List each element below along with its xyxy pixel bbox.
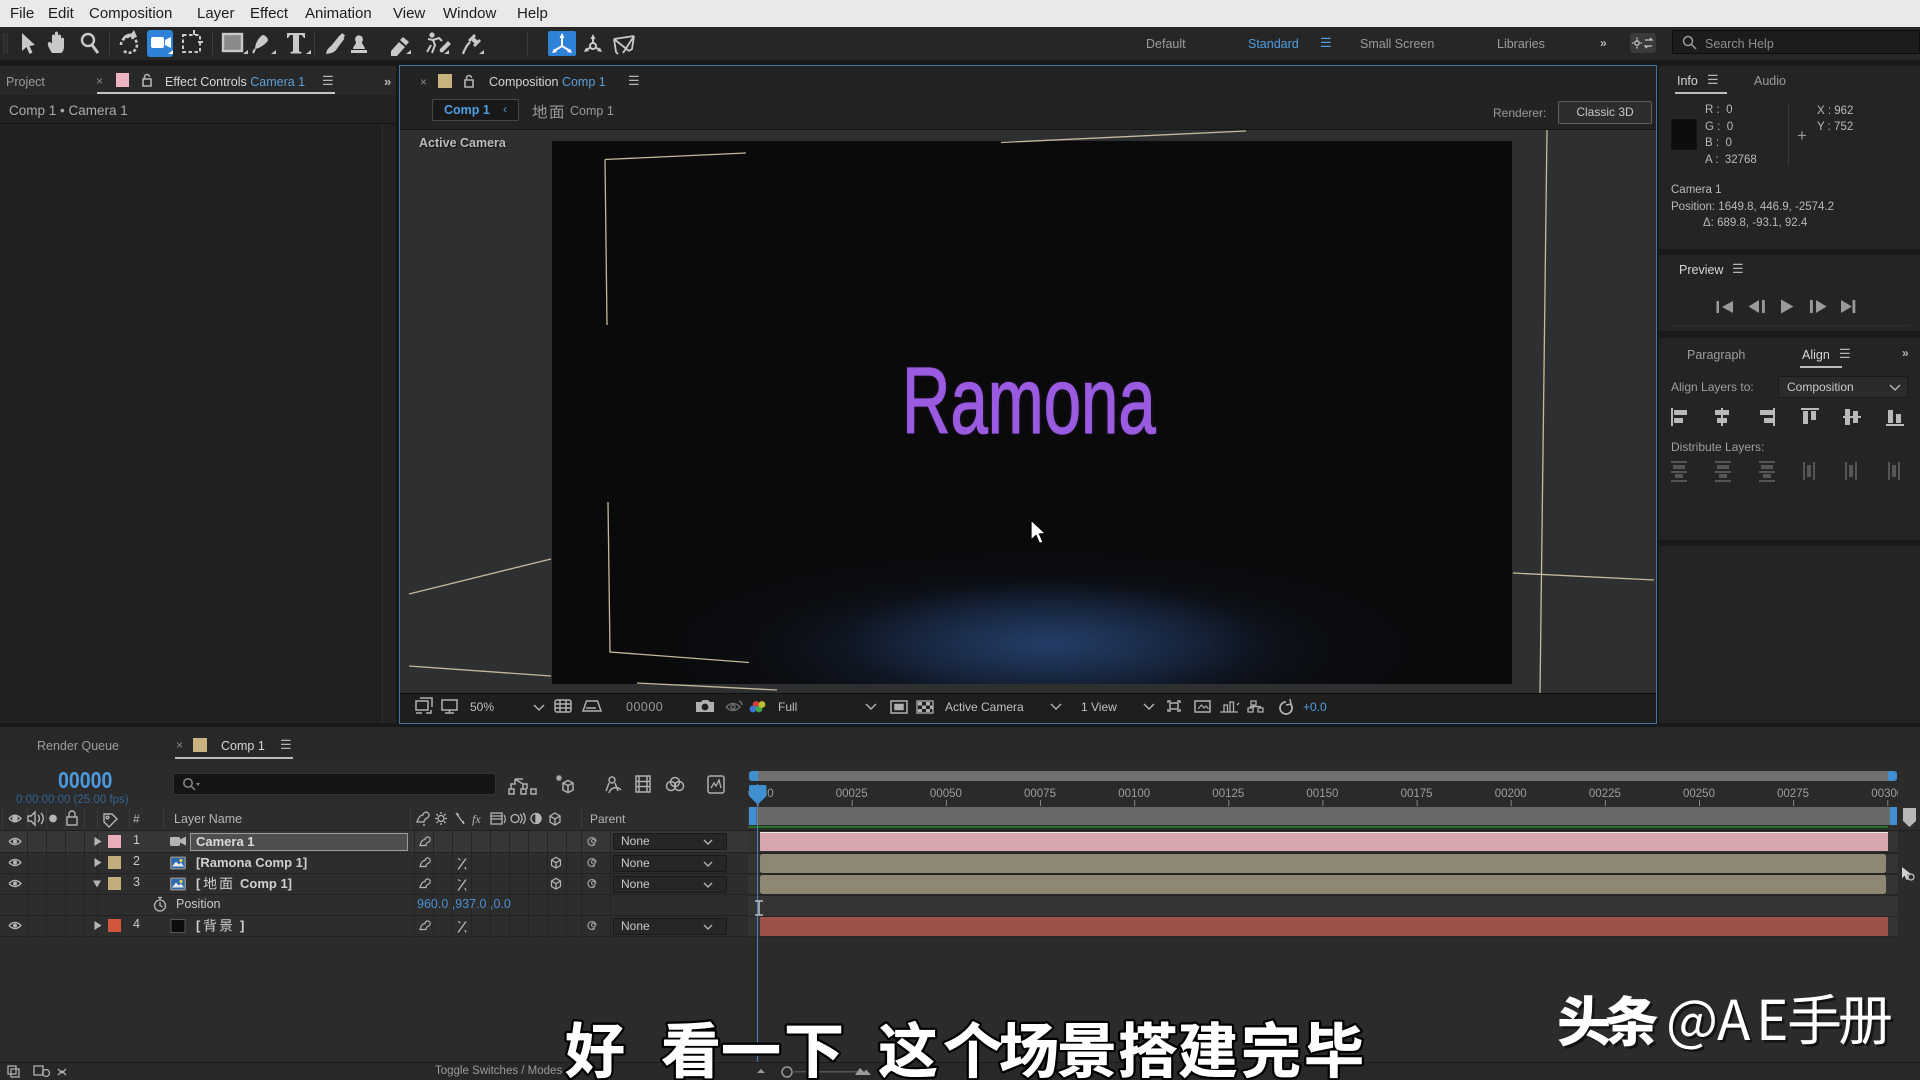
svg-text:Layer Name: Layer Name xyxy=(174,812,242,826)
svg-text:00100: 00100 xyxy=(1118,788,1150,800)
svg-text:00300: 00300 xyxy=(1871,788,1898,800)
svg-text:00075: 00075 xyxy=(1024,788,1056,800)
svg-text:#: # xyxy=(133,812,140,826)
svg-text:Parent: Parent xyxy=(590,812,626,826)
svg-text:00175: 00175 xyxy=(1401,788,1433,800)
svg-text:00275: 00275 xyxy=(1777,788,1809,800)
svg-text:00200: 00200 xyxy=(1495,788,1527,800)
svg-text:00050: 00050 xyxy=(930,788,962,800)
svg-text:00125: 00125 xyxy=(1212,788,1244,800)
svg-text:00150: 00150 xyxy=(1306,788,1338,800)
svg-text:00250: 00250 xyxy=(1683,788,1715,800)
svg-text:00025: 00025 xyxy=(836,788,868,800)
svg-text:00225: 00225 xyxy=(1589,788,1621,800)
svg-text:fx: fx xyxy=(472,812,481,826)
